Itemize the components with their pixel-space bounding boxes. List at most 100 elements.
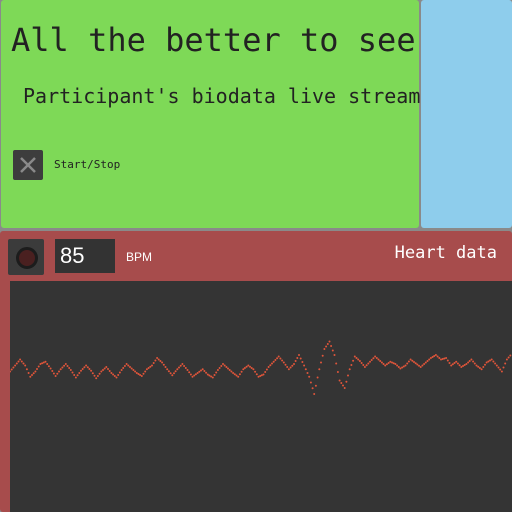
trace-point (228, 369, 231, 371)
trace-point (46, 363, 49, 365)
trace-point (333, 354, 336, 356)
trace-point (254, 370, 257, 373)
trace-point (80, 369, 82, 372)
bpm-unit: BPM (126, 250, 153, 264)
trace-point (495, 364, 498, 367)
trace-point (428, 358, 431, 361)
trace-point (178, 366, 180, 369)
trace-point (24, 364, 27, 367)
trace-point (424, 361, 427, 364)
trace-point (509, 354, 512, 357)
trace-point (456, 362, 459, 365)
trace-point (434, 354, 437, 356)
trace-point (282, 361, 285, 364)
trace-point (162, 363, 165, 366)
trace-point (225, 366, 228, 368)
trace-point (436, 355, 439, 358)
trace-point (107, 368, 109, 370)
trace-point (179, 364, 182, 367)
trace-point (54, 375, 57, 377)
trace-point (265, 368, 268, 371)
trace-point (81, 368, 84, 370)
trace-point (453, 362, 456, 364)
trace-point (314, 384, 317, 387)
trace-point (118, 371, 121, 374)
trace-point (69, 369, 72, 371)
start-stop-button[interactable] (13, 150, 43, 180)
trace-point (32, 372, 35, 375)
trace-point (475, 364, 478, 367)
trace-point (169, 372, 172, 375)
trace-point (342, 384, 344, 387)
trace-point (477, 365, 480, 368)
trace-point (328, 340, 331, 343)
trace-point (335, 362, 338, 365)
trace-point (144, 370, 147, 373)
trace-point (286, 366, 289, 368)
trace-point (463, 364, 466, 366)
trace-point (37, 365, 40, 368)
trace-point (365, 364, 368, 367)
trace-point (374, 355, 377, 358)
trace-point (271, 362, 273, 365)
trace-point (249, 365, 251, 368)
side-panel (421, 0, 512, 228)
trace-point (367, 362, 370, 365)
trace-point (171, 374, 174, 377)
header-panel: All the better to see Participant's biod… (1, 0, 420, 228)
trace-point (125, 363, 128, 365)
trace-point (502, 366, 505, 369)
trace-point (166, 368, 169, 371)
trace-point (363, 366, 366, 368)
trace-point (154, 359, 157, 362)
trace-point (242, 368, 245, 371)
trace-point (418, 364, 420, 367)
trace-point (78, 372, 81, 374)
trace-point (499, 368, 502, 371)
trace-point (223, 364, 226, 367)
trace-point (298, 354, 300, 356)
trace-point (44, 360, 47, 363)
trace-point (196, 372, 199, 374)
trace-point (14, 364, 17, 367)
trace-point (122, 367, 125, 369)
trace-point (467, 361, 470, 364)
trace-point (272, 360, 275, 363)
trace-point (472, 360, 475, 363)
trace-point (340, 382, 343, 384)
trace-point (210, 375, 213, 378)
trace-point (47, 365, 50, 368)
trace-point (156, 357, 159, 359)
status-ring-icon (16, 247, 38, 269)
trace-point (404, 364, 407, 367)
trace-point (357, 358, 360, 361)
trace-point (134, 370, 137, 373)
trace-point (353, 355, 356, 358)
trace-point (52, 372, 55, 375)
trace-point (382, 363, 385, 365)
trace-point (497, 366, 500, 369)
trace-point (167, 370, 170, 373)
trace-point (49, 367, 52, 370)
trace-point (460, 366, 463, 368)
trace-point (127, 364, 130, 367)
trace-point (66, 365, 69, 367)
trace-point (83, 366, 86, 369)
start-stop-label: Start/Stop (54, 158, 121, 171)
trace-point (91, 372, 94, 375)
trace-point (284, 363, 287, 366)
trace-point (68, 367, 71, 369)
trace-point (64, 363, 67, 365)
trace-point (15, 362, 18, 365)
trace-point (370, 359, 373, 361)
trace-point (440, 358, 442, 361)
trace-point (276, 357, 279, 360)
heart-plot (10, 281, 512, 512)
trace-point (58, 370, 60, 373)
trace-point (473, 362, 476, 365)
trace-point (59, 368, 62, 371)
trace-point (174, 370, 177, 373)
trace-point (85, 364, 88, 367)
trace-point (34, 370, 37, 373)
trace-point (41, 362, 44, 365)
